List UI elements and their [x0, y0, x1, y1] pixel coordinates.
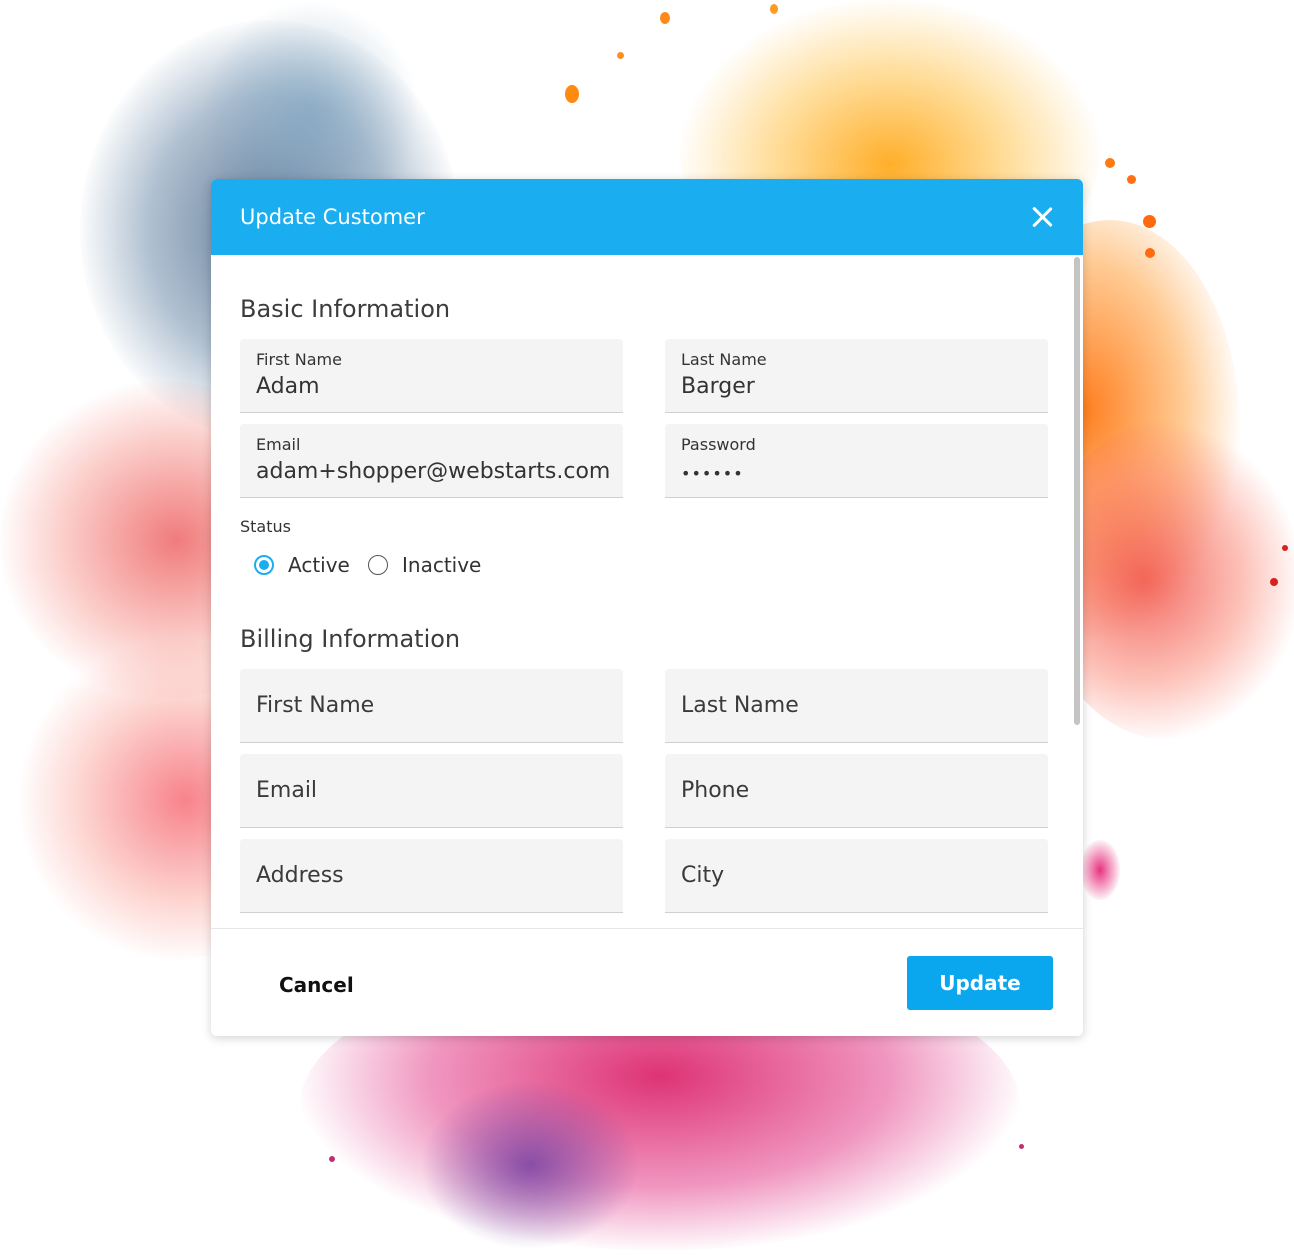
- paint-droplet: [1282, 545, 1288, 551]
- status-active-option[interactable]: Active: [254, 553, 350, 577]
- first-name-label: First Name: [256, 350, 342, 369]
- dialog-body: Basic Information First Name Adam Last N…: [211, 255, 1083, 928]
- paint-droplet: [1143, 215, 1156, 228]
- paint-droplet: [1127, 175, 1136, 184]
- paint-droplet: [617, 52, 624, 59]
- scrollbar-thumb[interactable]: [1074, 257, 1080, 725]
- dialog-footer: Cancel Update: [211, 928, 1083, 1036]
- password-field[interactable]: Password ••••••: [665, 424, 1048, 498]
- billing-address-placeholder: Address: [256, 863, 344, 888]
- first-name-value[interactable]: Adam: [256, 374, 320, 399]
- status-label: Status: [240, 517, 291, 536]
- paint-droplet: [1105, 158, 1115, 168]
- paint-droplet: [1019, 1144, 1024, 1149]
- email-value[interactable]: adam+shopper@webstarts.com: [256, 459, 610, 484]
- update-customer-dialog: Update Customer Basic Information First …: [211, 179, 1083, 1036]
- billing-city-placeholder: City: [681, 863, 725, 888]
- paint-droplet: [1145, 248, 1155, 258]
- dialog-header: Update Customer: [211, 179, 1083, 255]
- close-icon[interactable]: [1029, 204, 1055, 230]
- paint-droplet: [660, 12, 670, 24]
- password-label: Password: [681, 435, 756, 454]
- billing-first-name-placeholder: First Name: [256, 693, 375, 718]
- radio-checked-icon[interactable]: [254, 555, 274, 575]
- paint-droplet: [770, 4, 778, 14]
- billing-email-placeholder: Email: [256, 778, 318, 803]
- radio-unchecked-icon[interactable]: [368, 555, 388, 575]
- billing-phone-placeholder: Phone: [681, 778, 750, 803]
- billing-city-field[interactable]: City: [665, 839, 1048, 913]
- billing-information-title: Billing Information: [240, 625, 461, 653]
- paint-droplet: [565, 85, 579, 103]
- first-name-field[interactable]: First Name Adam: [240, 339, 623, 413]
- billing-last-name-field[interactable]: Last Name: [665, 669, 1048, 743]
- billing-address-field[interactable]: Address: [240, 839, 623, 913]
- basic-information-title: Basic Information: [240, 295, 451, 323]
- update-button[interactable]: Update: [907, 956, 1053, 1010]
- status-active-label[interactable]: Active: [288, 553, 350, 577]
- magenta-paint-drop: [1080, 840, 1120, 900]
- password-value[interactable]: ••••••: [681, 464, 744, 483]
- dialog-title: Update Customer: [240, 205, 425, 229]
- purple-paint-cloud: [420, 1080, 640, 1250]
- email-field[interactable]: Email adam+shopper@webstarts.com: [240, 424, 623, 498]
- last-name-label: Last Name: [681, 350, 767, 369]
- paint-droplet: [329, 1156, 335, 1162]
- billing-phone-field[interactable]: Phone: [665, 754, 1048, 828]
- email-label: Email: [256, 435, 301, 454]
- cancel-button[interactable]: Cancel: [279, 973, 354, 997]
- billing-email-field[interactable]: Email: [240, 754, 623, 828]
- paint-droplet: [1270, 578, 1278, 586]
- billing-last-name-placeholder: Last Name: [681, 693, 799, 718]
- last-name-field[interactable]: Last Name Barger: [665, 339, 1048, 413]
- status-inactive-label[interactable]: Inactive: [402, 553, 481, 577]
- billing-first-name-field[interactable]: First Name: [240, 669, 623, 743]
- last-name-value[interactable]: Barger: [681, 374, 755, 399]
- status-inactive-option[interactable]: Inactive: [368, 553, 481, 577]
